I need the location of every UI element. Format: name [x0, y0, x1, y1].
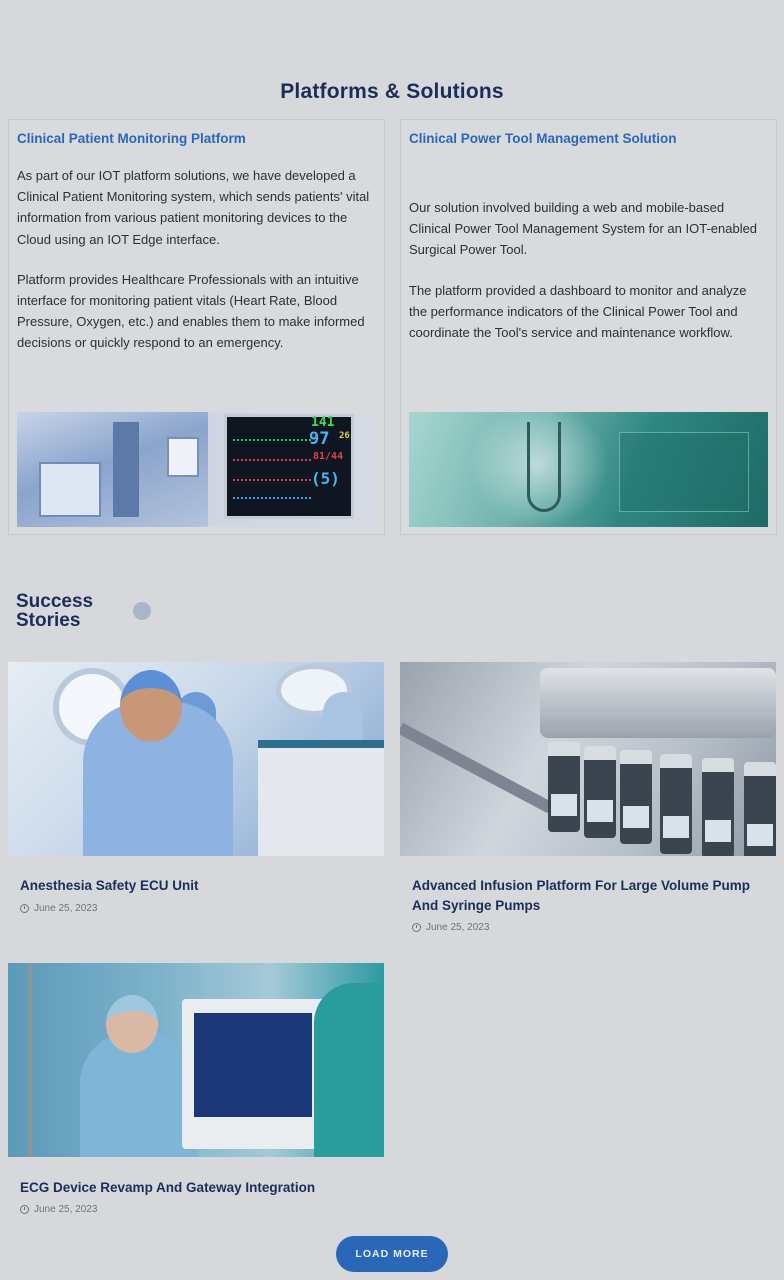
story-title[interactable]: ECG Device Revamp And Gateway Integratio…: [20, 1178, 370, 1198]
platform-card-power-tool: Clinical Power Tool Management Solution …: [400, 119, 777, 535]
story-date: June 25, 2023: [412, 922, 489, 933]
platform-card-patient-monitoring: Clinical Patient Monitoring Platform As …: [8, 119, 385, 535]
stethoscope-icon: [527, 422, 561, 512]
vitals-monitor-screen: 141 97 26 81/44 (5): [224, 414, 354, 519]
story-image-anesthesia[interactable]: [8, 662, 384, 856]
story-date: June 25, 2023: [20, 903, 97, 914]
platform-paragraph: The platform provided a dashboard to mon…: [409, 282, 747, 341]
load-more-button[interactable]: LOAD MORE: [336, 1236, 448, 1272]
story-date-text: June 25, 2023: [426, 922, 490, 933]
platform-title[interactable]: Clinical Patient Monitoring Platform: [17, 131, 246, 146]
monitor-temp: 26: [339, 431, 350, 441]
clock-icon: [412, 923, 421, 932]
patient-monitor-image: 141 97 26 81/44 (5): [17, 412, 376, 527]
story-date: June 25, 2023: [20, 1204, 97, 1215]
platform-description: As part of our IOT platform solutions, w…: [17, 165, 376, 354]
monitor-rr: (5): [311, 469, 340, 488]
power-tool-image: [409, 412, 768, 527]
platform-paragraph: As part of our IOT platform solutions, w…: [17, 168, 370, 247]
platform-title[interactable]: Clinical Power Tool Management Solution: [409, 131, 677, 146]
story-image-ecg[interactable]: [8, 963, 384, 1157]
section-title: Platforms & Solutions: [280, 80, 504, 103]
story-date-text: June 25, 2023: [34, 1204, 98, 1215]
decorative-dot: [133, 602, 151, 620]
story-date-text: June 25, 2023: [34, 903, 98, 914]
clock-icon: [20, 1205, 29, 1214]
story-title[interactable]: Anesthesia Safety ECU Unit: [20, 876, 370, 896]
story-image-infusion[interactable]: [400, 662, 776, 856]
heading-line: Success: [16, 591, 94, 612]
monitor-hr: 141: [311, 415, 335, 430]
platform-paragraph: Our solution involved building a web and…: [409, 200, 758, 258]
heading-line: Stories: [16, 610, 81, 631]
success-stories-heading: Success Stories: [16, 592, 93, 630]
monitor-bp: 81/44: [313, 451, 344, 462]
story-title[interactable]: Advanced Infusion Platform For Large Vol…: [412, 876, 772, 916]
monitor-spo2: 97: [309, 429, 330, 449]
platform-description: Our solution involved building a web and…: [409, 197, 768, 343]
platform-paragraph: Platform provides Healthcare Professiona…: [17, 271, 365, 351]
clock-icon: [20, 904, 29, 913]
